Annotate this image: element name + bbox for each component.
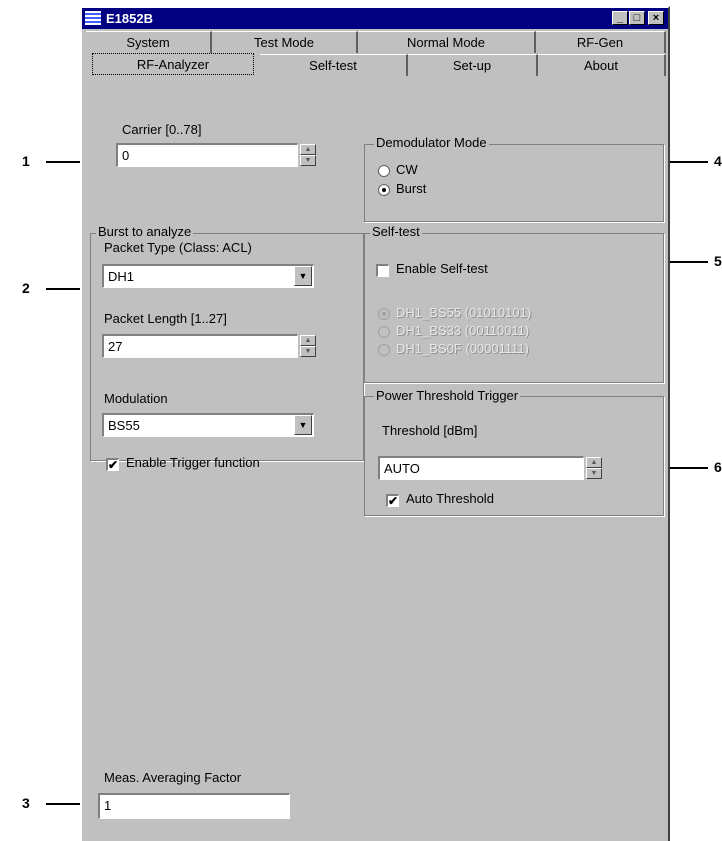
carrier-value: 0	[122, 148, 130, 163]
tab-rf-analyzer[interactable]: RF-Analyzer	[92, 53, 254, 75]
radio-burst[interactable]	[378, 184, 390, 196]
callout-5: 5	[714, 253, 722, 269]
spin-up-icon[interactable]: ▲	[586, 457, 602, 468]
app-icon	[85, 11, 101, 25]
modulation-select[interactable]: BS55	[102, 413, 314, 437]
minimize-button[interactable]: _	[612, 11, 628, 25]
tab-set-up[interactable]: Set-up	[408, 54, 538, 76]
radio-dh1-bs0f[interactable]	[378, 344, 390, 356]
averaging-label: Meas. Averaging Factor	[104, 770, 242, 785]
enable-trigger-checkbox[interactable]: ✔	[106, 458, 119, 471]
spin-up-icon[interactable]: ▲	[300, 335, 316, 346]
spin-down-icon[interactable]: ▼	[300, 155, 316, 166]
self-test-title: Self-test	[370, 224, 422, 239]
radio-dh1-bs0f-label: DH1_BS0F (00001111)	[396, 341, 529, 356]
window-title: E1852B	[106, 11, 153, 26]
packet-type-dropdown-icon[interactable]: ▼	[294, 266, 312, 286]
radio-burst-label: Burst	[396, 181, 427, 196]
spin-up-icon[interactable]: ▲	[300, 144, 316, 155]
averaging-value: 1	[104, 798, 112, 813]
carrier-spinner[interactable]: ▲ ▼	[300, 144, 316, 166]
threshold-value: AUTO	[384, 461, 420, 476]
tab-self-test[interactable]: Self-test	[260, 54, 408, 76]
packet-length-label: Packet Length [1..27]	[104, 311, 227, 326]
carrier-input[interactable]: 0	[116, 143, 298, 167]
radio-cw-label: CW	[396, 162, 418, 177]
radio-dh1-bs55-label: DH1_BS55 (01010101)	[396, 305, 532, 320]
radio-cw[interactable]	[378, 165, 390, 177]
threshold-spinner[interactable]: ▲ ▼	[586, 457, 602, 479]
radio-dh1-bs33-label: DH1_BS33 (00110011)	[396, 323, 530, 338]
threshold-label: Threshold [dBm]	[382, 423, 478, 438]
tab-about[interactable]: About	[538, 54, 666, 76]
callout-2: 2	[22, 280, 30, 296]
enable-self-test-label: Enable Self-test	[396, 261, 488, 276]
auto-threshold-label: Auto Threshold	[406, 491, 494, 506]
tab-rf-gen[interactable]: RF-Gen	[536, 31, 666, 53]
demodulator-mode-title: Demodulator Mode	[374, 135, 489, 150]
app-window: E1852B _ □ × System Test Mode Normal Mod…	[80, 6, 670, 841]
packet-length-input[interactable]: 27	[102, 334, 298, 358]
tab-system[interactable]: System	[86, 31, 212, 53]
packet-type-value: DH1	[108, 269, 135, 284]
spin-down-icon[interactable]: ▼	[300, 346, 316, 357]
title-bar[interactable]: E1852B _ □ ×	[82, 8, 668, 29]
close-button[interactable]: ×	[648, 11, 664, 25]
threshold-input[interactable]: AUTO	[378, 456, 584, 480]
packet-length-spinner[interactable]: ▲ ▼	[300, 335, 316, 357]
auto-threshold-checkbox[interactable]: ✔	[386, 494, 399, 507]
packet-type-label: Packet Type (Class: ACL)	[104, 240, 252, 255]
callout-6: 6	[714, 459, 722, 475]
enable-trigger-label: Enable Trigger function	[126, 455, 260, 470]
callout-4: 4	[714, 153, 722, 169]
averaging-input[interactable]: 1	[98, 793, 290, 819]
carrier-label: Carrier [0..78]	[122, 122, 202, 137]
modulation-dropdown-icon[interactable]: ▼	[294, 415, 312, 435]
burst-group-title: Burst to analyze	[96, 224, 194, 239]
spin-down-icon[interactable]: ▼	[586, 468, 602, 479]
packet-length-value: 27	[108, 339, 123, 354]
tab-normal-mode[interactable]: Normal Mode	[358, 31, 536, 53]
modulation-value: BS55	[108, 418, 140, 433]
callout-1: 1	[22, 153, 30, 169]
power-threshold-title: Power Threshold Trigger	[374, 388, 521, 403]
callout-3: 3	[22, 795, 30, 811]
modulation-label: Modulation	[104, 391, 168, 406]
enable-self-test-checkbox[interactable]	[376, 264, 389, 277]
maximize-button[interactable]: □	[629, 11, 645, 25]
radio-dh1-bs55[interactable]	[378, 308, 390, 320]
packet-type-select[interactable]: DH1	[102, 264, 314, 288]
radio-dh1-bs33[interactable]	[378, 326, 390, 338]
tab-test-mode[interactable]: Test Mode	[212, 31, 358, 53]
